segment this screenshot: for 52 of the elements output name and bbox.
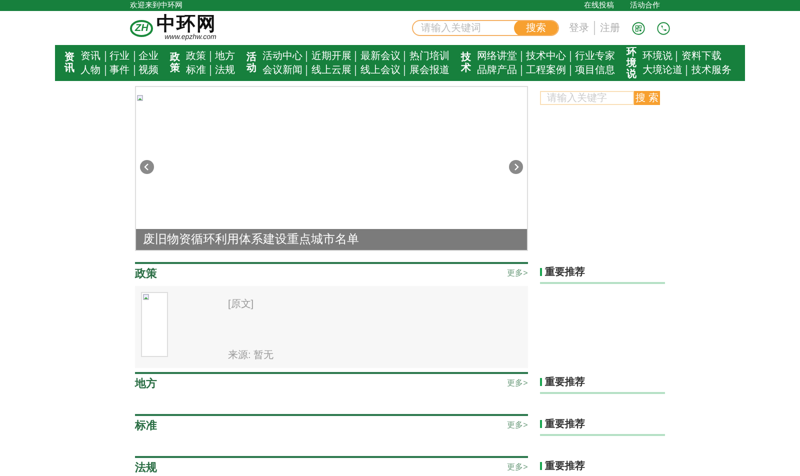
nav-link[interactable]: 近期开展 (306, 50, 356, 62)
more-link[interactable]: 更多> (507, 267, 528, 279)
panel-heading: 重要推荐 (540, 417, 665, 436)
section-title: 地方 (135, 376, 157, 390)
qr-code-icon[interactable] (632, 22, 645, 34)
nav-link[interactable]: 资讯 (80, 50, 105, 62)
phone-icon[interactable] (657, 22, 670, 34)
nav-link[interactable]: 视频 (134, 64, 163, 76)
nav-link[interactable]: 资料下载 (676, 50, 726, 62)
nav-link[interactable]: 法规 (210, 64, 240, 76)
source-link[interactable]: [原文] (228, 297, 274, 311)
nav-link[interactable]: 环境说 (642, 50, 676, 62)
section-title: 政策 (135, 266, 157, 280)
nav-link[interactable]: 最新会议 (355, 50, 404, 62)
nav-link[interactable]: 展会报道 (404, 64, 454, 76)
slide-caption: 废旧物资循环利用体系建设重点城市名单 (136, 229, 527, 250)
nav-link[interactable]: 行业 (104, 50, 134, 62)
nav-link[interactable]: 网络讲堂 (476, 50, 521, 62)
nav-link[interactable]: 线上会议 (355, 64, 404, 76)
panel-heading: 重要推荐 (540, 375, 665, 394)
panel-heading: 重要推荐 (540, 459, 665, 476)
nav-category[interactable]: 环境说 (626, 46, 636, 80)
nav-link[interactable]: 技术服务 (686, 64, 736, 76)
nav-link[interactable]: 地方 (210, 50, 240, 62)
nav-category[interactable]: 技术 (460, 52, 471, 74)
nav-link[interactable]: 大境论道 (642, 64, 686, 76)
nav-link[interactable]: 人物 (80, 64, 105, 76)
nav-link[interactable]: 标准 (186, 64, 210, 76)
nav-link[interactable]: 政策 (186, 50, 210, 62)
nav-link[interactable]: 热门培训 (404, 50, 454, 62)
nav-link[interactable]: 线上云展 (306, 64, 356, 76)
more-link[interactable]: 更多> (507, 377, 528, 389)
nav-link[interactable]: 品牌产品 (476, 64, 521, 76)
nav-link[interactable]: 技术中心 (520, 50, 570, 62)
more-link[interactable]: 更多> (507, 461, 528, 473)
nav-link[interactable]: 事件 (104, 64, 134, 76)
more-link[interactable]: 更多> (507, 419, 528, 431)
article-source: 来源: 暂无 (228, 348, 274, 362)
nav-category[interactable]: 资讯 (64, 52, 75, 74)
nav-link[interactable]: 活动中心 (262, 50, 306, 62)
nav-link[interactable]: 行业专家 (570, 50, 619, 62)
section-title: 标准 (135, 418, 157, 432)
nav-link[interactable]: 项目信息 (570, 64, 619, 76)
nav-link[interactable]: 企业 (134, 50, 163, 62)
nav-category[interactable]: 活动 (246, 52, 256, 74)
broken-image-icon (143, 294, 149, 300)
nav-link[interactable]: 工程案例 (520, 64, 570, 76)
section-title: 法规 (135, 460, 157, 474)
nav-link[interactable]: 会议新闻 (262, 64, 306, 76)
broken-image-icon (137, 95, 143, 101)
panel-heading: 重要推荐 (540, 265, 665, 284)
nav-category[interactable]: 政策 (170, 52, 180, 74)
